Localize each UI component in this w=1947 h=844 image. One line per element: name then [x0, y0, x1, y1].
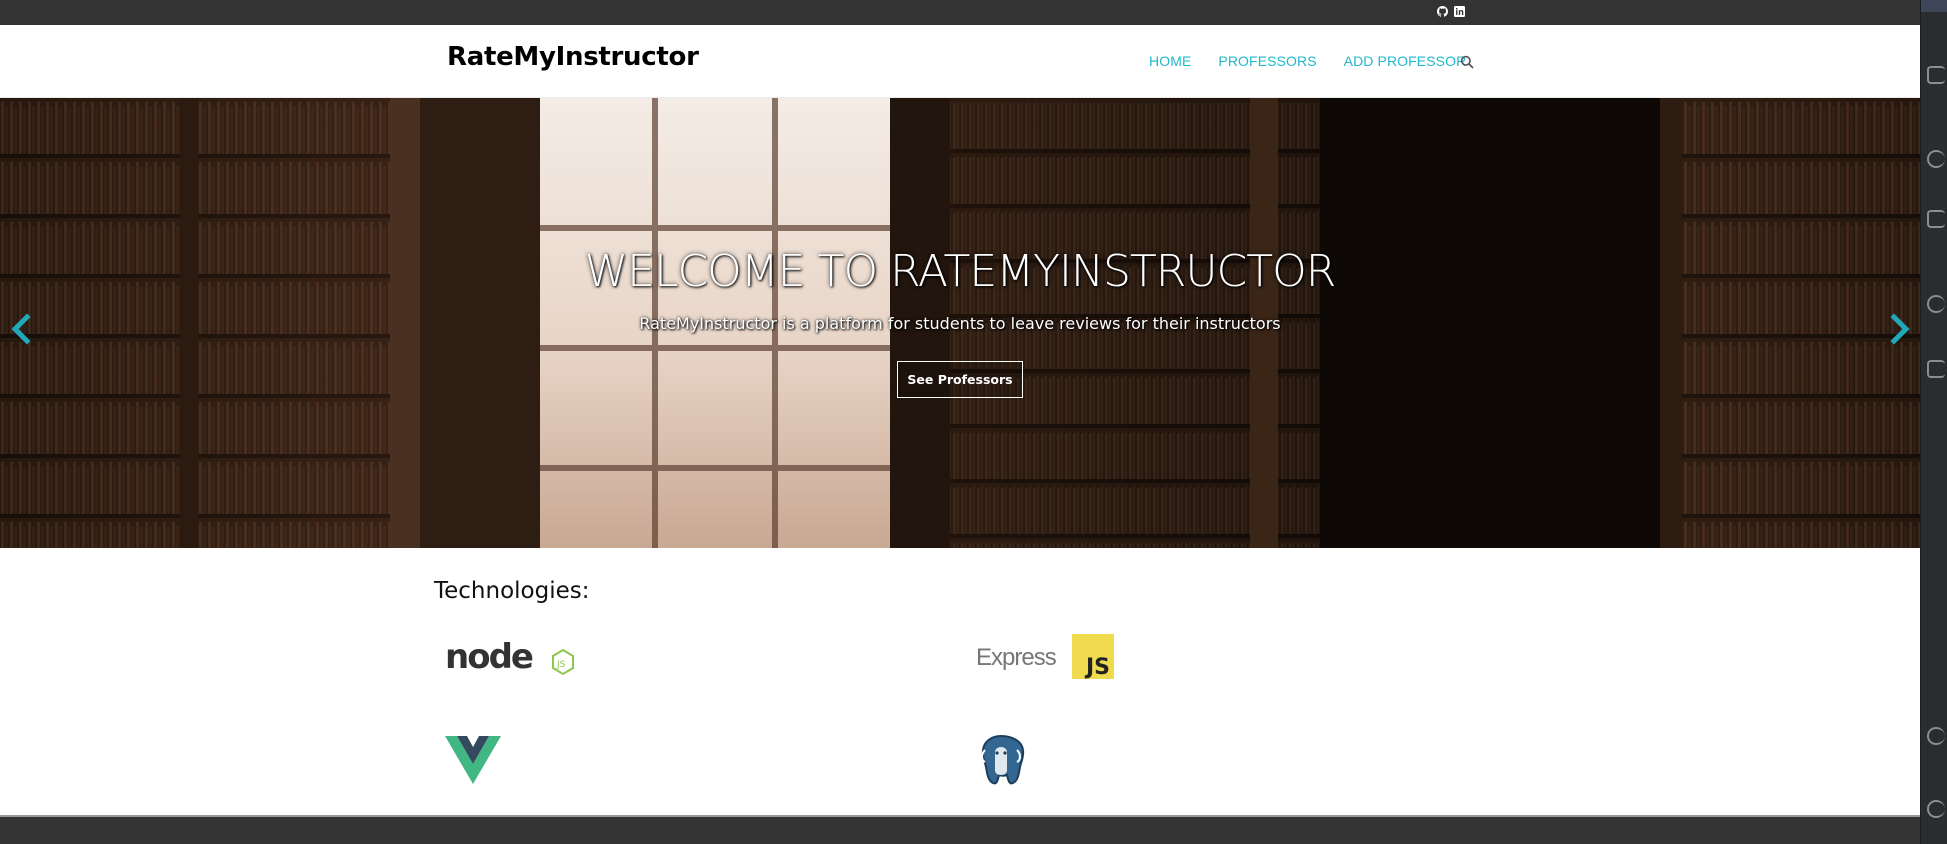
panel-icon[interactable]: [1927, 150, 1945, 168]
panel-icon[interactable]: [1927, 727, 1945, 745]
chevron-right-icon[interactable]: [1886, 309, 1916, 349]
technologies-heading: Technologies:: [434, 578, 590, 604]
top-bar: [0, 0, 1920, 25]
search-icon[interactable]: [1460, 54, 1474, 69]
hero-title: WELCOME TO RATEMYINSTRUCTOR: [584, 246, 1337, 297]
postgresql-logo: [971, 732, 1031, 796]
nav-professors[interactable]: PROFESSORS: [1218, 53, 1316, 69]
express-logo: Express JS: [976, 634, 1118, 684]
nav-menu: HOME PROFESSORS ADD PROFESSOR: [1149, 53, 1493, 69]
nav-home[interactable]: HOME: [1149, 53, 1191, 69]
see-professors-button[interactable]: See Professors: [897, 361, 1023, 398]
panel-icon[interactable]: [1927, 800, 1945, 818]
panel-icon[interactable]: [1927, 295, 1945, 313]
github-icon[interactable]: [1436, 5, 1449, 18]
hero-subtitle: RateMyInstructor is a platform for stude…: [639, 314, 1281, 333]
nodejs-logo-badge: JS: [556, 660, 566, 670]
navbar: RateMyInstructor HOME PROFESSORS ADD PRO…: [0, 25, 1920, 98]
panel-icon[interactable]: [1927, 210, 1945, 228]
side-panel-header: [1921, 0, 1947, 12]
nodejs-logo: node JS: [445, 636, 577, 680]
express-logo-text: Express: [976, 644, 1057, 671]
vue-logo: [445, 736, 501, 788]
panel-icon[interactable]: [1927, 66, 1945, 84]
nav-add-professor[interactable]: ADD PROFESSOR: [1344, 53, 1467, 69]
brand-logo[interactable]: RateMyInstructor: [447, 42, 699, 72]
browser-viewport: RateMyInstructor HOME PROFESSORS ADD PRO…: [0, 0, 1920, 844]
side-panel: [1920, 0, 1947, 844]
hero-carousel: WELCOME TO RATEMYINSTRUCTOR RateMyInstru…: [0, 98, 1920, 548]
nodejs-logo-text: node: [445, 637, 533, 676]
chevron-left-icon[interactable]: [5, 309, 35, 349]
panel-icon[interactable]: [1927, 360, 1945, 378]
linkedin-icon[interactable]: [1453, 5, 1466, 18]
express-logo-badge: JS: [1084, 655, 1110, 680]
footer-bar: [0, 815, 1920, 844]
